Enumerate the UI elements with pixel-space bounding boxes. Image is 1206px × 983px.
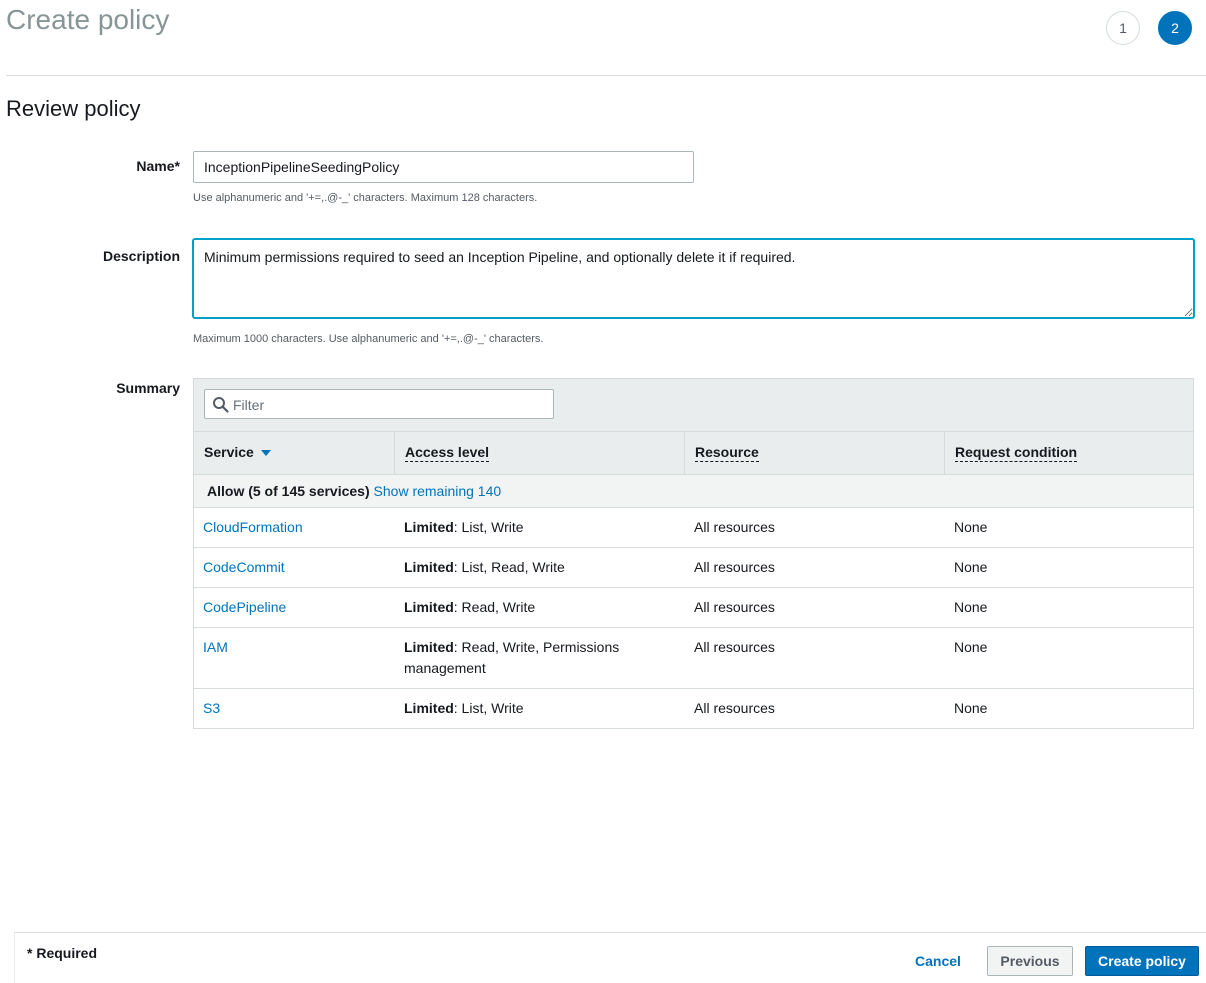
allow-group-row: Allow (5 of 145 services) Show remaining… bbox=[194, 475, 1193, 508]
description-label: Description bbox=[102, 248, 180, 264]
access-level-bold: Limited bbox=[404, 519, 454, 535]
section-title: Review policy bbox=[6, 96, 141, 121]
resource-cell: All resources bbox=[694, 599, 775, 615]
resource-cell: All resources bbox=[694, 559, 775, 575]
search-icon bbox=[213, 397, 229, 413]
page-title: Create policy bbox=[6, 4, 170, 35]
previous-button[interactable]: Previous bbox=[987, 946, 1073, 976]
wizard-steps: 1 2 bbox=[1106, 11, 1192, 45]
service-link-codecommit[interactable]: CodeCommit bbox=[203, 559, 285, 575]
table-row: IAM Limited: Read, Write, Permissions ma… bbox=[194, 628, 1193, 689]
access-level-bold: Limited bbox=[404, 599, 454, 615]
sort-descending-icon[interactable] bbox=[260, 450, 271, 457]
footer-bar: * Required Cancel Previous Create policy bbox=[14, 932, 1206, 983]
required-note: * Required bbox=[27, 945, 98, 961]
table-row: CodePipeline Limited: Read, Write All re… bbox=[194, 588, 1193, 628]
show-remaining-link[interactable]: Show remaining 140 bbox=[374, 483, 502, 499]
condition-cell: None bbox=[954, 599, 988, 615]
allow-group-label: Allow (5 of 145 services) bbox=[207, 483, 370, 499]
column-header-label: Service bbox=[204, 444, 254, 460]
table-header: Service Access level Resource Request co… bbox=[194, 432, 1193, 475]
service-link-iam[interactable]: IAM bbox=[203, 639, 228, 655]
cancel-button[interactable]: Cancel bbox=[903, 946, 973, 976]
policy-name-input[interactable] bbox=[193, 151, 694, 183]
access-level-bold: Limited bbox=[404, 700, 454, 716]
resource-cell: All resources bbox=[694, 519, 775, 535]
resource-cell: All resources bbox=[694, 700, 775, 716]
name-label: Name* bbox=[136, 158, 180, 174]
column-header-label[interactable]: Resource bbox=[695, 444, 759, 462]
service-link-codepipeline[interactable]: CodePipeline bbox=[203, 599, 286, 615]
access-level-bold: Limited bbox=[404, 559, 454, 575]
table-row: CloudFormation Limited: List, Write All … bbox=[194, 508, 1193, 548]
description-hint: Maximum 1000 characters. Use alphanumeri… bbox=[193, 333, 544, 345]
access-level-cell: Limited: List, Write bbox=[394, 689, 684, 728]
table-row: CodeCommit Limited: List, Read, Write Al… bbox=[194, 548, 1193, 588]
condition-cell: None bbox=[954, 700, 988, 716]
summary-table: Service Access level Resource Request co… bbox=[193, 378, 1194, 729]
filter-bar bbox=[194, 379, 1193, 432]
access-level-cell: Limited: List, Write bbox=[394, 508, 684, 547]
condition-cell: None bbox=[954, 639, 988, 655]
name-hint: Use alphanumeric and '+=,.@-_' character… bbox=[193, 192, 538, 204]
column-header-service[interactable]: Service bbox=[194, 432, 394, 474]
access-level-bold: Limited bbox=[404, 639, 454, 655]
step-2-indicator[interactable]: 2 bbox=[1158, 11, 1192, 45]
column-header-label[interactable]: Access level bbox=[405, 444, 490, 462]
access-level-detail: : List, Write bbox=[453, 519, 524, 535]
access-level-detail: : List, Write bbox=[453, 700, 524, 716]
create-policy-page: Create policy 1 2 Review policy Name* Us… bbox=[0, 0, 1206, 983]
filter-input[interactable] bbox=[231, 390, 545, 420]
access-level-detail: : List, Read, Write bbox=[453, 559, 565, 575]
filter-box[interactable] bbox=[204, 389, 554, 420]
column-header-resource[interactable]: Resource bbox=[684, 432, 944, 474]
access-level-detail: : Read, Write bbox=[453, 599, 536, 615]
policy-description-input[interactable]: Minimum permissions required to seed an … bbox=[193, 239, 1194, 318]
resource-cell: All resources bbox=[694, 639, 775, 655]
header-divider bbox=[6, 75, 1206, 76]
condition-cell: None bbox=[954, 519, 988, 535]
summary-label: Summary bbox=[116, 380, 180, 396]
column-header-request-condition[interactable]: Request condition bbox=[944, 432, 1193, 474]
step-1-indicator[interactable]: 1 bbox=[1106, 11, 1140, 45]
access-level-cell: Limited: Read, Write, Permissions manage… bbox=[394, 628, 684, 688]
table-row: S3 Limited: List, Write All resources No… bbox=[194, 689, 1193, 729]
create-policy-button[interactable]: Create policy bbox=[1085, 946, 1199, 976]
column-header-access-level[interactable]: Access level bbox=[394, 432, 684, 474]
condition-cell: None bbox=[954, 559, 988, 575]
access-level-cell: Limited: List, Read, Write bbox=[394, 548, 684, 587]
column-header-label[interactable]: Request condition bbox=[955, 444, 1078, 462]
service-link-s3[interactable]: S3 bbox=[203, 700, 220, 716]
service-link-cloudformation[interactable]: CloudFormation bbox=[203, 519, 303, 535]
access-level-cell: Limited: Read, Write bbox=[394, 588, 684, 627]
